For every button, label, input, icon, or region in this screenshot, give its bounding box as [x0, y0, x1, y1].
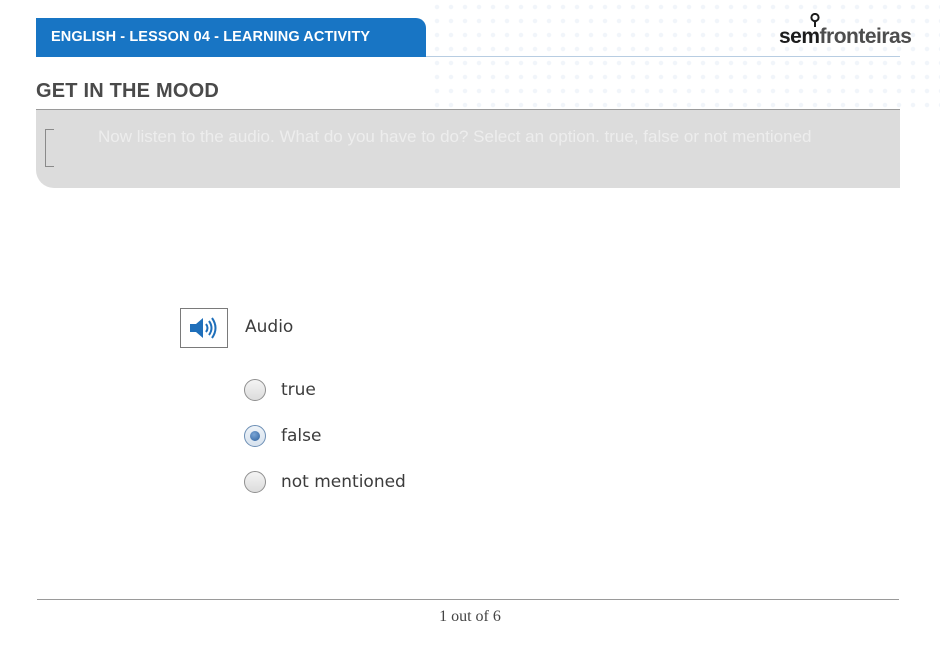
lesson-title: ENGLISH - LESSON 04 - LEARNING ACTIVITY [51, 29, 371, 45]
semfronteiras-logo: semfronteiras [779, 13, 912, 48]
audio-label: Audio [245, 317, 294, 337]
audio-play-button[interactable] [180, 308, 228, 348]
header-divider [426, 56, 900, 57]
option-not-mentioned[interactable]: not mentioned [244, 469, 406, 495]
lesson-header-tab: ENGLISH - LESSON 04 - LEARNING ACTIVITY [36, 18, 426, 57]
instruction-text: Now listen to the audio. What do you hav… [98, 127, 812, 146]
logo-text-fronteiras: fronteiras [819, 25, 912, 48]
speaker-icon [190, 317, 217, 339]
option-label-not-mentioned: not mentioned [281, 472, 406, 492]
bracket-decoration [45, 129, 54, 167]
instruction-box: Now listen to the audio. What do you hav… [36, 109, 900, 188]
option-true[interactable]: true [244, 377, 316, 403]
radio-true[interactable] [244, 379, 266, 401]
option-label-true: true [281, 380, 316, 400]
section-title: GET IN THE MOOD [36, 80, 219, 102]
footer-divider [37, 599, 899, 600]
page-counter: 1 out of 6 [439, 608, 501, 625]
option-false[interactable]: false [244, 423, 321, 449]
radio-false[interactable] [244, 425, 266, 447]
activity-page: ENGLISH - LESSON 04 - LEARNING ACTIVITY … [0, 0, 940, 656]
radio-not-mentioned[interactable] [244, 471, 266, 493]
logo-text: semfronteiras [779, 25, 912, 48]
logo-text-sem: sem [779, 25, 820, 48]
option-label-false: false [281, 426, 322, 446]
